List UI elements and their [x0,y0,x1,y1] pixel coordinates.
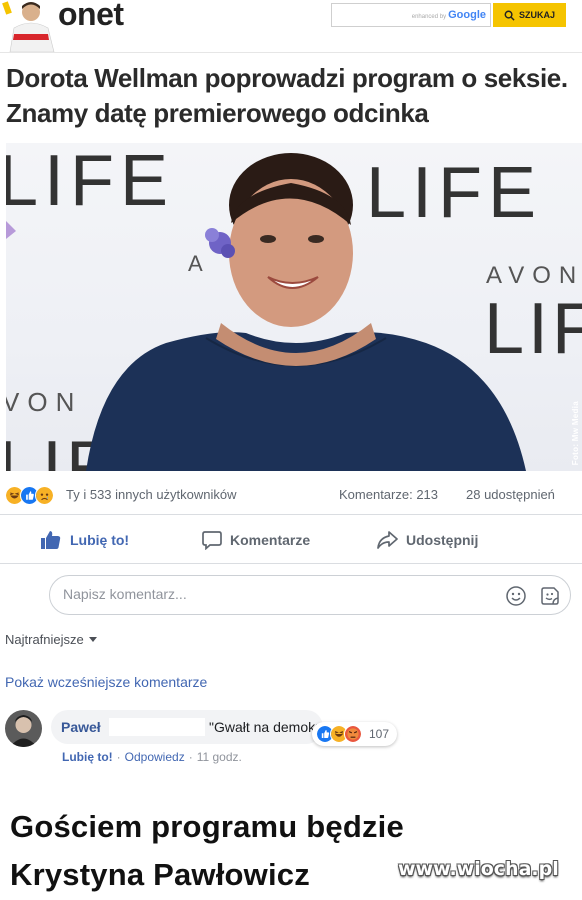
comment-button-label: Komentarze [230,532,311,548]
comment-input[interactable] [63,586,483,602]
comment-time[interactable]: 11 godz. [197,750,242,764]
comment-composer[interactable] [49,575,571,615]
comment-reactions[interactable]: 107 [312,722,398,746]
comment-bubble: Paweł "Gwałt na demokracji" [51,710,346,744]
photo-credit: Foto: Mw Media [571,400,580,465]
caption-line: Gościem programu będzie [10,809,404,844]
comment-meta: Lubię to! · Odpowiedz · 11 godz. [62,750,242,764]
search-icon [504,10,515,21]
reaction-icons[interactable] [5,486,54,505]
share-arrow-icon [377,531,398,549]
comment-like-link[interactable]: Lubię to! [62,750,113,764]
share-button-label: Udostępnij [406,532,479,548]
backdrop-text: LIFE [6,143,174,221]
sort-dropdown[interactable]: Najtrafniejsze [5,632,97,647]
emoji-icon[interactable] [505,585,527,607]
backdrop-text: VON [6,387,82,417]
reactions-text[interactable]: Ty i 533 innych użytkowników [66,487,237,502]
article-headline[interactable]: Dorota Wellman poprowadzi program o seks… [6,61,576,131]
backdrop-text: AVON [486,262,582,289]
like-button-label: Lubię to! [70,532,130,548]
angry-reaction-icon [344,725,362,743]
comment-reply-link[interactable]: Odpowiedz [125,750,185,764]
search-button[interactable]: SZUKAJ [493,3,566,27]
like-button[interactable]: Lubię to! [40,527,129,553]
comment-count[interactable]: Komentarze: 213 [339,487,438,502]
divider [0,563,582,564]
reactions-summary: Ty i 533 innych użytkowników Komentarze:… [0,478,582,512]
search-input[interactable]: enhanced by Google [331,3,491,27]
mascot-image [0,0,60,52]
separator: · [116,750,121,764]
meme-caption: Gościem programu będzie Krystyna Pawłowi… [10,803,404,899]
onet-header: onet enhanced by Google SZUKAJ [0,0,582,52]
share-count[interactable]: 28 udostępnień [466,487,555,502]
google-enhanced-label: enhanced by Google [411,9,486,21]
search-button-label: SZUKAJ [518,10,555,20]
share-button[interactable]: Udostępnij [376,527,478,553]
caption-line: Krystyna Pawłowicz [10,857,310,892]
backdrop-text: A [188,251,203,276]
header-divider [0,52,582,53]
sticker-icon[interactable] [539,585,561,607]
comment-author[interactable]: Paweł [61,719,101,735]
onet-logo[interactable]: onet [58,0,124,33]
redacted-name [109,718,205,736]
comment-reaction-count: 107 [369,727,390,741]
thumbs-up-icon [41,531,61,549]
separator: · [188,750,193,764]
sort-label: Najtrafniejsze [5,632,84,647]
divider [0,514,582,515]
avatar[interactable] [5,710,42,747]
article-photo[interactable]: LIFE LIFE AVON LIF VON LIF A Foto: Mw Me… [6,143,582,471]
backdrop-text: LIFE [366,153,542,233]
comment-button[interactable]: Komentarze [202,527,310,553]
caret-down-icon [88,636,97,642]
show-previous-comments-link[interactable]: Pokaż wcześniejsze komentarze [5,674,207,690]
comment-icon [202,531,222,550]
sad-reaction-icon [35,486,54,505]
watermark: www.wiocha.pl [398,858,559,880]
backdrop-text: LIF [484,289,582,369]
